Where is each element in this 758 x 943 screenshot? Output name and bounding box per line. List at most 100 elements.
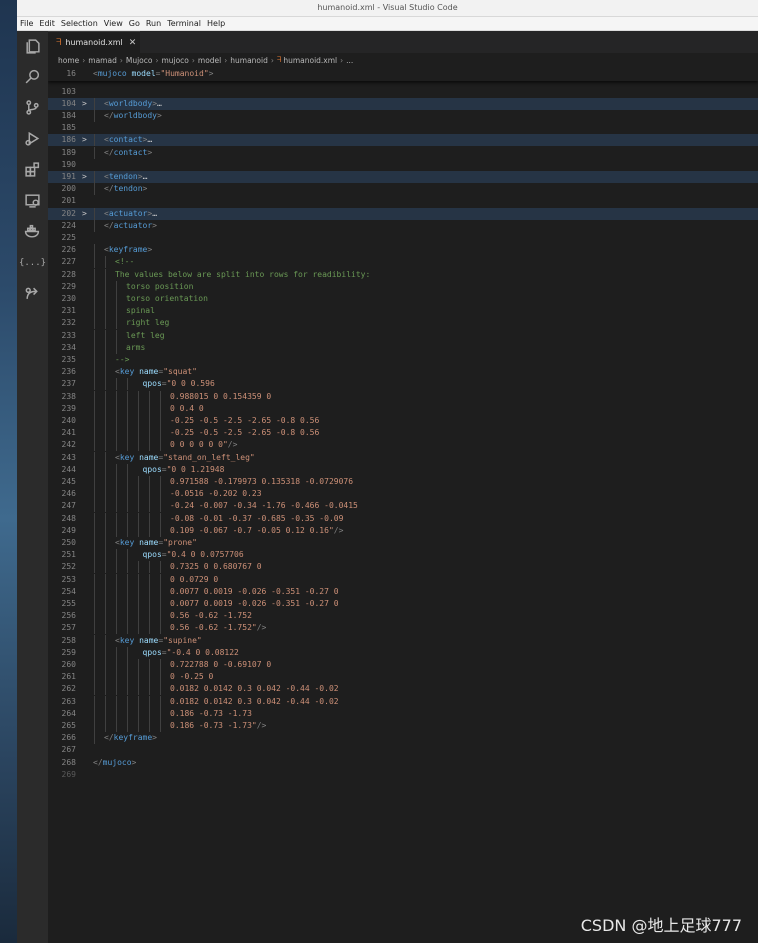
code-line[interactable]: 251 qpos="0.4 0 0.0757706 bbox=[48, 549, 758, 562]
code-line[interactable]: 245 0.971588 -0.179973 0.135318 -0.072907… bbox=[48, 475, 758, 489]
indent-guide bbox=[94, 219, 95, 232]
code-line-content: -0.25 -0.5 -2.5 -2.65 -0.8 0.56 bbox=[170, 427, 319, 439]
close-icon[interactable]: ✕ bbox=[129, 38, 137, 48]
code-line[interactable]: 232 right leg bbox=[48, 317, 758, 330]
code-line[interactable]: 246 -0.0516 -0.202 0.23 bbox=[48, 488, 758, 501]
code-line[interactable]: 267 bbox=[48, 744, 758, 756]
code-line[interactable]: 244 qpos="0 0 1.21948 bbox=[48, 463, 758, 476]
code-line[interactable]: 269 bbox=[48, 769, 758, 781]
code-line[interactable]: 241 -0.25 -0.5 -2.5 -2.65 -0.8 0.56 bbox=[48, 427, 758, 440]
code-line[interactable]: 224 </actuator> bbox=[48, 219, 758, 232]
breadcrumb-mamad[interactable]: mamad bbox=[88, 56, 117, 65]
code-line[interactable]: 262 0.0182 0.0142 0.3 0.042 -0.44 -0.02 bbox=[48, 683, 758, 696]
code-line[interactable]: 233 left leg bbox=[48, 329, 758, 342]
code-token-attr: name bbox=[134, 537, 159, 547]
docker-icon[interactable] bbox=[23, 222, 42, 241]
code-line[interactable]: 249 0.109 -0.067 -0.7 -0.05 0.12 0.16"/> bbox=[48, 524, 758, 537]
menu-run[interactable]: Run bbox=[146, 19, 161, 28]
code-line[interactable]: 202 > <actuator>… bbox=[48, 207, 758, 220]
breadcrumb-file[interactable]: humanoid.xml bbox=[283, 56, 337, 65]
code-line[interactable]: 242 0 0 0 0 0 0"/> bbox=[48, 439, 758, 452]
fold-chevron-icon[interactable]: > bbox=[82, 171, 87, 183]
remote-explorer-icon[interactable] bbox=[23, 191, 42, 210]
code-line[interactable]: 247 -0.24 -0.007 -0.34 -1.76 -0.466 -0.04… bbox=[48, 500, 758, 513]
code-line[interactable]: 255 0.0077 0.0019 -0.026 -0.351 -0.27 0 bbox=[48, 597, 758, 611]
code-line[interactable]: 250 <key name="prone" bbox=[48, 536, 758, 550]
code-line[interactable]: 191 > <tendon>… bbox=[48, 170, 758, 184]
menu-view[interactable]: View bbox=[104, 19, 123, 28]
code-line[interactable]: 266 </keyframe> bbox=[48, 732, 758, 745]
code-line[interactable]: 268 </mujoco> bbox=[48, 757, 758, 769]
code-line[interactable]: 227 <!-- bbox=[48, 256, 758, 269]
code-line[interactable]: 240 -0.25 -0.5 -2.5 -2.65 -0.8 0.56 bbox=[48, 414, 758, 428]
code-line[interactable]: 189 </contact> bbox=[48, 146, 758, 159]
code-editor[interactable]: 16 <mujoco model="Humanoid"> 103 104 > <worl… bbox=[48, 67, 758, 943]
code-line[interactable]: 258 <key name="supine" bbox=[48, 634, 758, 647]
code-line[interactable]: 239 0 0.4 0 bbox=[48, 402, 758, 415]
code-line[interactable]: 253 0 0.0729 0 bbox=[48, 573, 758, 586]
extensions-icon[interactable] bbox=[23, 160, 42, 179]
breadcrumb-mujoco-dir[interactable]: Mujoco bbox=[126, 56, 153, 65]
code-line[interactable]: 200 </tendon> bbox=[48, 183, 758, 196]
json-icon[interactable]: {...} bbox=[19, 253, 46, 272]
search-icon[interactable] bbox=[23, 67, 42, 86]
fold-chevron-icon[interactable]: > bbox=[82, 208, 87, 220]
source-control-icon[interactable] bbox=[23, 98, 42, 117]
code-line[interactable]: 226 <keyframe> bbox=[48, 244, 758, 257]
menu-terminal[interactable]: Terminal bbox=[167, 19, 201, 28]
breadcrumb-model[interactable]: model bbox=[198, 56, 221, 65]
run-debug-icon[interactable] bbox=[23, 129, 42, 148]
code-line[interactable]: 237 qpos="0 0 0.596 bbox=[48, 378, 758, 391]
live-share-icon[interactable] bbox=[23, 284, 42, 303]
sticky-scroll-header[interactable]: 16 <mujoco model="Humanoid"> bbox=[48, 67, 758, 81]
indent-guide bbox=[116, 414, 117, 428]
code-line[interactable]: 228 The values below are split into rows … bbox=[48, 268, 758, 281]
code-line[interactable]: 225 bbox=[48, 232, 758, 244]
code-line[interactable]: 260 0.722788 0 -0.69107 0 bbox=[48, 658, 758, 672]
code-line[interactable]: 235 --> bbox=[48, 353, 758, 367]
breadcrumb-mujoco-sub[interactable]: mujoco bbox=[161, 56, 188, 65]
code-line[interactable]: 201 bbox=[48, 195, 758, 207]
code-line[interactable]: 185 bbox=[48, 122, 758, 134]
code-line[interactable]: 264 0.186 -0.73 -1.73 bbox=[48, 707, 758, 720]
code-line[interactable]: 103 bbox=[48, 86, 758, 98]
tab-humanoid-xml[interactable]: ᖷ humanoid.xml ✕ bbox=[48, 31, 140, 53]
code-line[interactable]: 229 torso position bbox=[48, 280, 758, 293]
explorer-icon[interactable] bbox=[23, 37, 42, 56]
menu-selection[interactable]: Selection bbox=[61, 19, 98, 28]
breadcrumb-more[interactable]: ... bbox=[346, 56, 353, 65]
code-line[interactable]: 186 > <contact>… bbox=[48, 134, 758, 147]
indent-guide bbox=[138, 439, 139, 452]
code-line[interactable]: 184 </worldbody> bbox=[48, 109, 758, 123]
indent-guide bbox=[127, 622, 128, 635]
code-line[interactable]: 248 -0.08 -0.01 -0.37 -0.685 -0.35 -0.09 bbox=[48, 512, 758, 525]
code-line[interactable]: 257 0.56 -0.62 -1.752"/> bbox=[48, 622, 758, 635]
code-line[interactable]: 261 0 -0.25 0 bbox=[48, 671, 758, 684]
menu-edit[interactable]: Edit bbox=[39, 19, 55, 28]
code-line[interactable]: 259 qpos="-0.4 0 0.08122 bbox=[48, 646, 758, 659]
code-line[interactable]: 256 0.56 -0.62 -1.752 bbox=[48, 610, 758, 623]
code-line[interactable]: 190 bbox=[48, 159, 758, 171]
code-line[interactable]: 104 > <worldbody>… bbox=[48, 97, 758, 110]
fold-chevron-icon[interactable]: > bbox=[82, 134, 87, 146]
menu-help[interactable]: Help bbox=[207, 19, 225, 28]
breadcrumb-humanoid[interactable]: humanoid bbox=[230, 56, 268, 65]
code-line[interactable]: 231 spinal bbox=[48, 305, 758, 318]
code-line[interactable]: 230 torso orientation bbox=[48, 292, 758, 306]
menu-file[interactable]: File bbox=[20, 19, 33, 28]
code-line[interactable]: 238 0.988015 0 0.154359 0 bbox=[48, 390, 758, 403]
breadcrumb-home[interactable]: home bbox=[58, 56, 79, 65]
fold-chevron-icon[interactable]: > bbox=[82, 98, 87, 110]
code-line-content: <key name="supine" bbox=[115, 635, 202, 647]
code-line[interactable]: 263 0.0182 0.0142 0.3 0.042 -0.44 -0.02 bbox=[48, 695, 758, 708]
code-token-punc: > bbox=[147, 147, 153, 157]
code-line-content: 0.56 -0.62 -1.752 bbox=[170, 610, 252, 622]
code-line[interactable]: 234 arms bbox=[48, 341, 758, 354]
code-line[interactable]: 254 0.0077 0.0019 -0.026 -0.351 -0.27 0 bbox=[48, 585, 758, 598]
menu-go[interactable]: Go bbox=[129, 19, 140, 28]
indent-guide bbox=[116, 488, 117, 501]
code-line[interactable]: 243 <key name="stand_on_left_leg" bbox=[48, 451, 758, 464]
code-line[interactable]: 236 <key name="squat" bbox=[48, 366, 758, 379]
code-line[interactable]: 252 0.7325 0 0.680767 0 bbox=[48, 561, 758, 574]
code-line[interactable]: 265 0.186 -0.73 -1.73"/> bbox=[48, 719, 758, 733]
